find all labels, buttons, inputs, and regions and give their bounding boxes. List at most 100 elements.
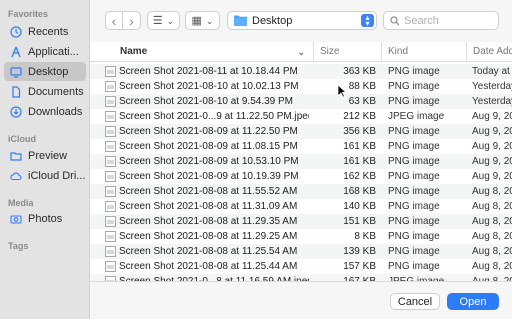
image-file-icon — [105, 66, 116, 77]
mouse-cursor-icon — [337, 84, 347, 98]
sidebar-item-documents[interactable]: Documents — [4, 82, 86, 101]
table-row[interactable]: Screen Shot 2021-08-10 at 9.54.39 PM 63 K… — [90, 94, 512, 109]
table-row[interactable]: Screen Shot 2021-08-09 at 10.19.39 PM 162… — [90, 169, 512, 184]
table-row[interactable]: Screen Shot 2021-08-08 at 11.29.25 AM 8 K… — [90, 229, 512, 244]
desktop-icon — [10, 66, 22, 78]
file-name: Screen Shot 2021-08-09 at 11.22.50 PM — [119, 126, 298, 137]
table-row[interactable]: Screen Shot 2021-08-11 at 10.18.44 PM 363… — [90, 64, 512, 79]
toolbar: ‹ › ☰ ⌄ ▦ ⌄ Desktop ▴ ▾ — [90, 0, 512, 42]
file-date-added: Aug 9, 20 — [472, 126, 512, 137]
column-name-label: Name — [120, 46, 148, 57]
file-name: Screen Shot 2021-08-11 at 10.18.44 PM — [119, 66, 298, 77]
sidebar-section-icloud: iCloud — [8, 134, 36, 144]
file-date-added: Aug 8, 20 — [472, 246, 512, 257]
file-date-added: Aug 8, 20 — [472, 261, 512, 272]
file-name: Screen Shot 2021-0...9 at 11.22.50 PM.jp… — [119, 111, 309, 122]
file-date-added: Yesterday — [472, 81, 512, 92]
table-row[interactable]: Screen Shot 2021-08-08 at 11.29.35 AM 151… — [90, 214, 512, 229]
open-button[interactable]: Open — [447, 293, 499, 310]
file-kind: PNG image — [388, 186, 440, 197]
list-view-button[interactable]: ☰ ⌄ — [147, 11, 180, 30]
file-date-added: Aug 9, 20 — [472, 111, 512, 122]
sidebar-item-downloads[interactable]: Downloads — [4, 102, 86, 121]
chevron-right-icon: › — [129, 12, 134, 29]
sidebar-item-recents[interactable]: Recents — [4, 22, 86, 41]
file-name: Screen Shot 2021-08-08 at 11.29.35 AM — [119, 216, 298, 227]
search-input[interactable] — [404, 14, 494, 27]
folder-icon — [10, 150, 22, 162]
file-date-added: Aug 9, 20 — [472, 141, 512, 152]
file-name: Screen Shot 2021-08-08 at 11.29.25 AM — [119, 231, 298, 242]
file-name: Screen Shot 2021-08-08 at 11.25.54 AM — [119, 246, 298, 257]
chevron-down-icon: ⌄ — [205, 15, 214, 26]
stepper-icon: ▴ ▾ — [361, 13, 374, 27]
grid-icon: ▦ — [191, 15, 202, 27]
table-row[interactable]: Screen Shot 2021-08-09 at 11.22.50 PM 356… — [90, 124, 512, 139]
sidebar-item-photos[interactable]: Photos — [4, 209, 86, 228]
sidebar-item-label: Preview — [28, 149, 68, 162]
back-button[interactable]: ‹ — [105, 11, 123, 30]
download-icon — [10, 105, 22, 118]
column-header-date-added[interactable]: Date Added — [467, 42, 512, 62]
table-row[interactable]: Screen Shot 2021-08-08 at 11.25.54 AM 139… — [90, 244, 512, 259]
file-kind: PNG image — [388, 66, 440, 77]
image-file-icon — [105, 201, 116, 212]
file-size: 139 KB — [343, 246, 376, 257]
table-row[interactable]: Screen Shot 2021-08-08 at 11.55.52 AM 168… — [90, 184, 512, 199]
table-row[interactable]: Screen Shot 2021-08-09 at 10.53.10 PM 161… — [90, 154, 512, 169]
sidebar-item-preview[interactable]: Preview — [4, 146, 86, 165]
image-file-icon — [105, 216, 116, 227]
file-size: 161 KB — [343, 141, 376, 152]
icon-view-button[interactable]: ▦ ⌄ — [185, 11, 220, 30]
column-header-kind[interactable]: Kind — [382, 42, 467, 62]
sidebar-item-desktop[interactable]: Desktop — [4, 62, 86, 81]
location-select[interactable]: Desktop ▴ ▾ — [227, 11, 377, 30]
sort-chevron-icon: ⌄ — [297, 47, 305, 57]
file-kind: PNG image — [388, 216, 440, 227]
table-row[interactable]: Screen Shot 2021-0...8 at 11.16.59 AM.jp… — [90, 274, 512, 281]
image-file-icon — [105, 111, 116, 122]
sidebar-item-label: Photos — [28, 212, 63, 225]
file-name: Screen Shot 2021-08-09 at 11.08.15 PM — [119, 141, 298, 152]
sidebar-item-label: Applicati... — [28, 45, 79, 58]
sidebar-item-applications[interactable]: Applicati... — [4, 42, 86, 61]
applications-icon — [10, 46, 22, 58]
image-file-icon — [105, 171, 116, 182]
file-size: 162 KB — [343, 171, 376, 182]
file-kind: PNG image — [388, 141, 440, 152]
file-size: 161 KB — [343, 156, 376, 167]
file-size: 212 KB — [343, 111, 376, 122]
chevron-down-icon: ⌄ — [166, 15, 175, 26]
forward-button[interactable]: › — [123, 11, 141, 30]
clock-icon — [10, 25, 22, 38]
file-kind: PNG image — [388, 171, 440, 182]
sidebar-item-icloud-drive[interactable]: iCloud Dri... — [4, 166, 86, 185]
column-header-size[interactable]: Size — [314, 42, 382, 62]
search-icon — [390, 15, 400, 26]
file-kind: PNG image — [388, 201, 440, 212]
file-list: Name ⌄ Size Kind Date Added Screen Shot … — [90, 42, 512, 281]
sidebar-section-tags: Tags — [8, 241, 29, 251]
cancel-button[interactable]: Cancel — [390, 293, 440, 310]
table-row[interactable]: Screen Shot 2021-08-08 at 11.31.09 AM 140… — [90, 199, 512, 214]
file-date-added: Aug 8, 20 — [472, 186, 512, 197]
column-header-name[interactable]: Name ⌄ — [114, 42, 314, 62]
sidebar-item-label: iCloud Dri... — [28, 169, 86, 182]
file-kind: JPEG image — [388, 111, 445, 122]
file-size: 356 KB — [343, 126, 376, 137]
file-kind: PNG image — [388, 156, 440, 167]
file-name: Screen Shot 2021-08-10 at 9.54.39 PM — [119, 96, 294, 107]
table-row[interactable]: Screen Shot 2021-08-10 at 10.02.13 PM 88 … — [90, 79, 512, 94]
table-row[interactable]: Screen Shot 2021-08-09 at 11.08.15 PM 161… — [90, 139, 512, 154]
image-file-icon — [105, 246, 116, 257]
image-file-icon — [105, 186, 116, 197]
table-row[interactable]: Screen Shot 2021-0...9 at 11.22.50 PM.jp… — [90, 109, 512, 124]
file-date-added: Aug 8, 20 — [472, 216, 512, 227]
search-field[interactable] — [383, 11, 499, 30]
table-row[interactable]: Screen Shot 2021-08-08 at 11.25.44 AM 157… — [90, 259, 512, 274]
file-size: 151 KB — [343, 216, 376, 227]
image-file-icon — [105, 96, 116, 107]
list-icon: ☰ — [152, 15, 163, 27]
file-size: 8 KB — [354, 231, 376, 242]
image-file-icon — [105, 156, 116, 167]
